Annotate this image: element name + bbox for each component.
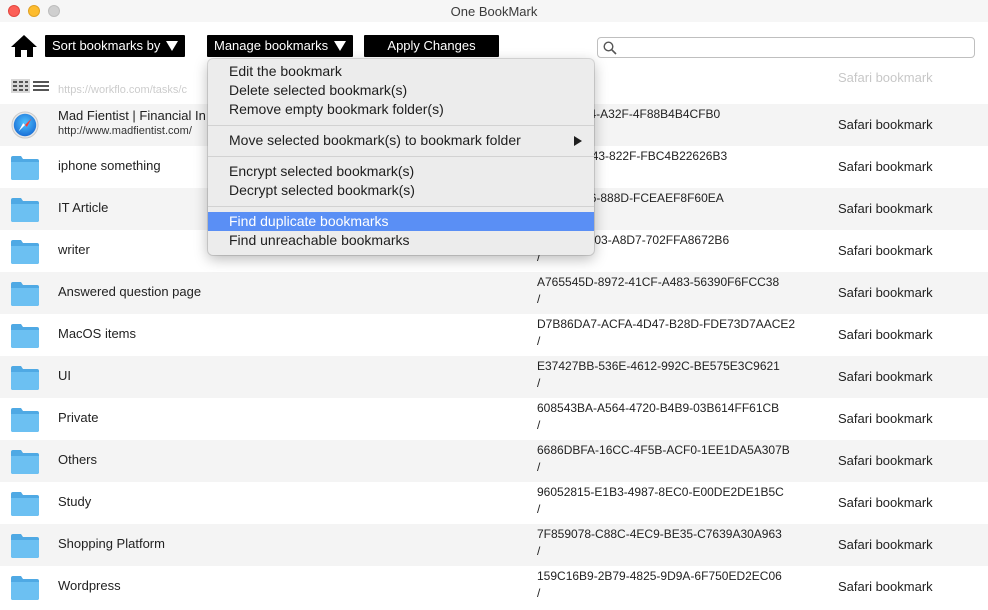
sort-bookmarks-label: Sort bookmarks by xyxy=(52,38,161,53)
menu-item-encrypt[interactable]: Encrypt selected bookmark(s) xyxy=(208,162,594,181)
bookmark-guid: 96052815-E1B3-4987-8EC0-E00DE2DE1B5C / xyxy=(537,485,784,516)
bookmark-type: Safari bookmark xyxy=(838,117,933,132)
folder-icon xyxy=(11,450,39,474)
bookmark-name: Shopping Platform xyxy=(58,536,165,551)
app-window: One BookMark Sort bookmarks by Manage bo… xyxy=(0,0,988,610)
bookmark-url: https://workflo.com/tasks/c xyxy=(58,84,187,96)
bookmark-guid: E37427BB-536E-4612-992C-BE575E3C9621/ xyxy=(537,359,780,390)
bookmark-type: Safari bookmark xyxy=(838,70,933,85)
bookmark-type: Safari bookmark xyxy=(838,201,933,216)
folder-icon xyxy=(11,156,39,180)
bookmark-type: Safari bookmark xyxy=(838,327,933,342)
search-input[interactable] xyxy=(620,39,974,58)
manage-bookmarks-button[interactable]: Manage bookmarks xyxy=(207,35,353,57)
table-row[interactable]: UI E37427BB-536E-4612-992C-BE575E3C9621/… xyxy=(0,356,988,398)
bookmark-name: Study xyxy=(58,494,92,509)
folder-icon xyxy=(11,240,39,264)
table-row[interactable]: Answered question page A765545D-8972-41C… xyxy=(0,272,988,314)
folder-icon xyxy=(11,534,39,558)
bookmark-guid: 608543BA-A564-4720-B4B9-03B614FF61CB / xyxy=(537,401,780,432)
menu-item-edit-bookmark[interactable]: Edit the bookmark xyxy=(208,62,594,81)
folder-icon xyxy=(11,492,39,516)
bookmark-name: Mad Fientist | Financial In xyxy=(58,108,206,123)
folder-icon xyxy=(11,408,39,432)
bookmark-name: iphone something xyxy=(58,158,161,173)
bookmark-guid: 7F859078-C88C-4EC9-BE35-C7639A30A963/ xyxy=(537,527,782,558)
home-icon[interactable] xyxy=(10,34,38,58)
manage-bookmarks-menu: Edit the bookmark Delete selected bookma… xyxy=(208,59,594,255)
bookmark-type: Safari bookmark xyxy=(838,411,933,426)
bookmark-type: Safari bookmark xyxy=(838,453,933,468)
menu-item-decrypt[interactable]: Decrypt selected bookmark(s) xyxy=(208,181,594,200)
bookmark-name: Wordpress xyxy=(58,578,121,593)
folder-icon xyxy=(11,576,39,600)
window-title: One BookMark xyxy=(450,4,538,19)
apply-changes-button[interactable]: Apply Changes xyxy=(364,35,499,57)
dropdown-arrow-icon xyxy=(333,40,346,51)
search-field[interactable] xyxy=(597,37,975,58)
search-icon xyxy=(603,41,617,55)
bookmark-type: Safari bookmark xyxy=(838,579,933,594)
bookmark-guid: A765545D-8972-41CF-A483-56390F6FCC38/ xyxy=(537,275,780,306)
bookmark-guid: D7B86DA7-ACFA-4D47-B28D-FDE73D7AACE2/ xyxy=(537,317,796,348)
folder-icon xyxy=(11,282,39,306)
menu-item-remove-empty-folders[interactable]: Remove empty bookmark folder(s) xyxy=(208,100,594,119)
bookmark-guid: 6686DBFA-16CC-4F5B-ACF0-1EE1DA5A307B / xyxy=(537,443,790,474)
bookmark-name: UI xyxy=(58,368,71,383)
folder-icon xyxy=(11,366,39,390)
bookmark-url: http://www.madfientist.com/ xyxy=(58,125,192,137)
menu-separator xyxy=(208,206,594,207)
submenu-arrow-icon xyxy=(574,136,582,146)
menu-item-find-unreachable[interactable]: Find unreachable bookmarks xyxy=(208,231,594,250)
bookmark-type: Safari bookmark xyxy=(838,243,933,258)
menu-separator xyxy=(208,125,594,126)
folder-icon xyxy=(11,324,39,348)
bookmark-type: Safari bookmark xyxy=(838,537,933,552)
safari-icon xyxy=(11,111,39,139)
bookmark-name: Others xyxy=(58,452,98,467)
manage-bookmarks-label: Manage bookmarks xyxy=(214,38,329,53)
bookmark-name: Answered question page xyxy=(58,284,202,299)
title-bar: One BookMark xyxy=(0,0,988,22)
table-row[interactable]: Others 6686DBFA-16CC-4F5B-ACF0-1EE1DA5A3… xyxy=(0,440,988,482)
menu-separator xyxy=(208,156,594,157)
dropdown-arrow-icon xyxy=(166,40,178,51)
table-row[interactable]: Shopping Platform 7F859078-C88C-4EC9-BE3… xyxy=(0,524,988,566)
bookmark-name: Private xyxy=(58,410,99,425)
bookmark-name: MacOS items xyxy=(58,326,137,341)
menu-item-delete-selected[interactable]: Delete selected bookmark(s) xyxy=(208,81,594,100)
bookmark-type: Safari bookmark xyxy=(838,285,933,300)
view-mode-toggle-icon[interactable] xyxy=(11,79,51,93)
bookmark-type: Safari bookmark xyxy=(838,495,933,510)
table-row[interactable]: Private 608543BA-A564-4720-B4B9-03B614FF… xyxy=(0,398,988,440)
bookmark-name: IT Article xyxy=(58,200,109,215)
bookmark-type: Safari bookmark xyxy=(838,369,933,384)
folder-icon xyxy=(11,198,39,222)
bookmark-type: Safari bookmark xyxy=(838,159,933,174)
bookmark-guid: 159C16B9-2B79-4825-9D9A-6F750ED2EC06/ xyxy=(537,569,782,600)
sort-bookmarks-button[interactable]: Sort bookmarks by xyxy=(45,35,185,57)
table-row[interactable]: Study 96052815-E1B3-4987-8EC0-E00DE2DE1B… xyxy=(0,482,988,524)
table-row[interactable]: Wordpress 159C16B9-2B79-4825-9D9A-6F750E… xyxy=(0,566,988,608)
menu-item-find-duplicates[interactable]: Find duplicate bookmarks xyxy=(208,212,594,231)
menu-item-move-to-folder[interactable]: Move selected bookmark(s) to bookmark fo… xyxy=(208,131,594,150)
bookmark-name: writer xyxy=(58,242,90,257)
table-row[interactable]: MacOS items D7B86DA7-ACFA-4D47-B28D-FDE7… xyxy=(0,314,988,356)
